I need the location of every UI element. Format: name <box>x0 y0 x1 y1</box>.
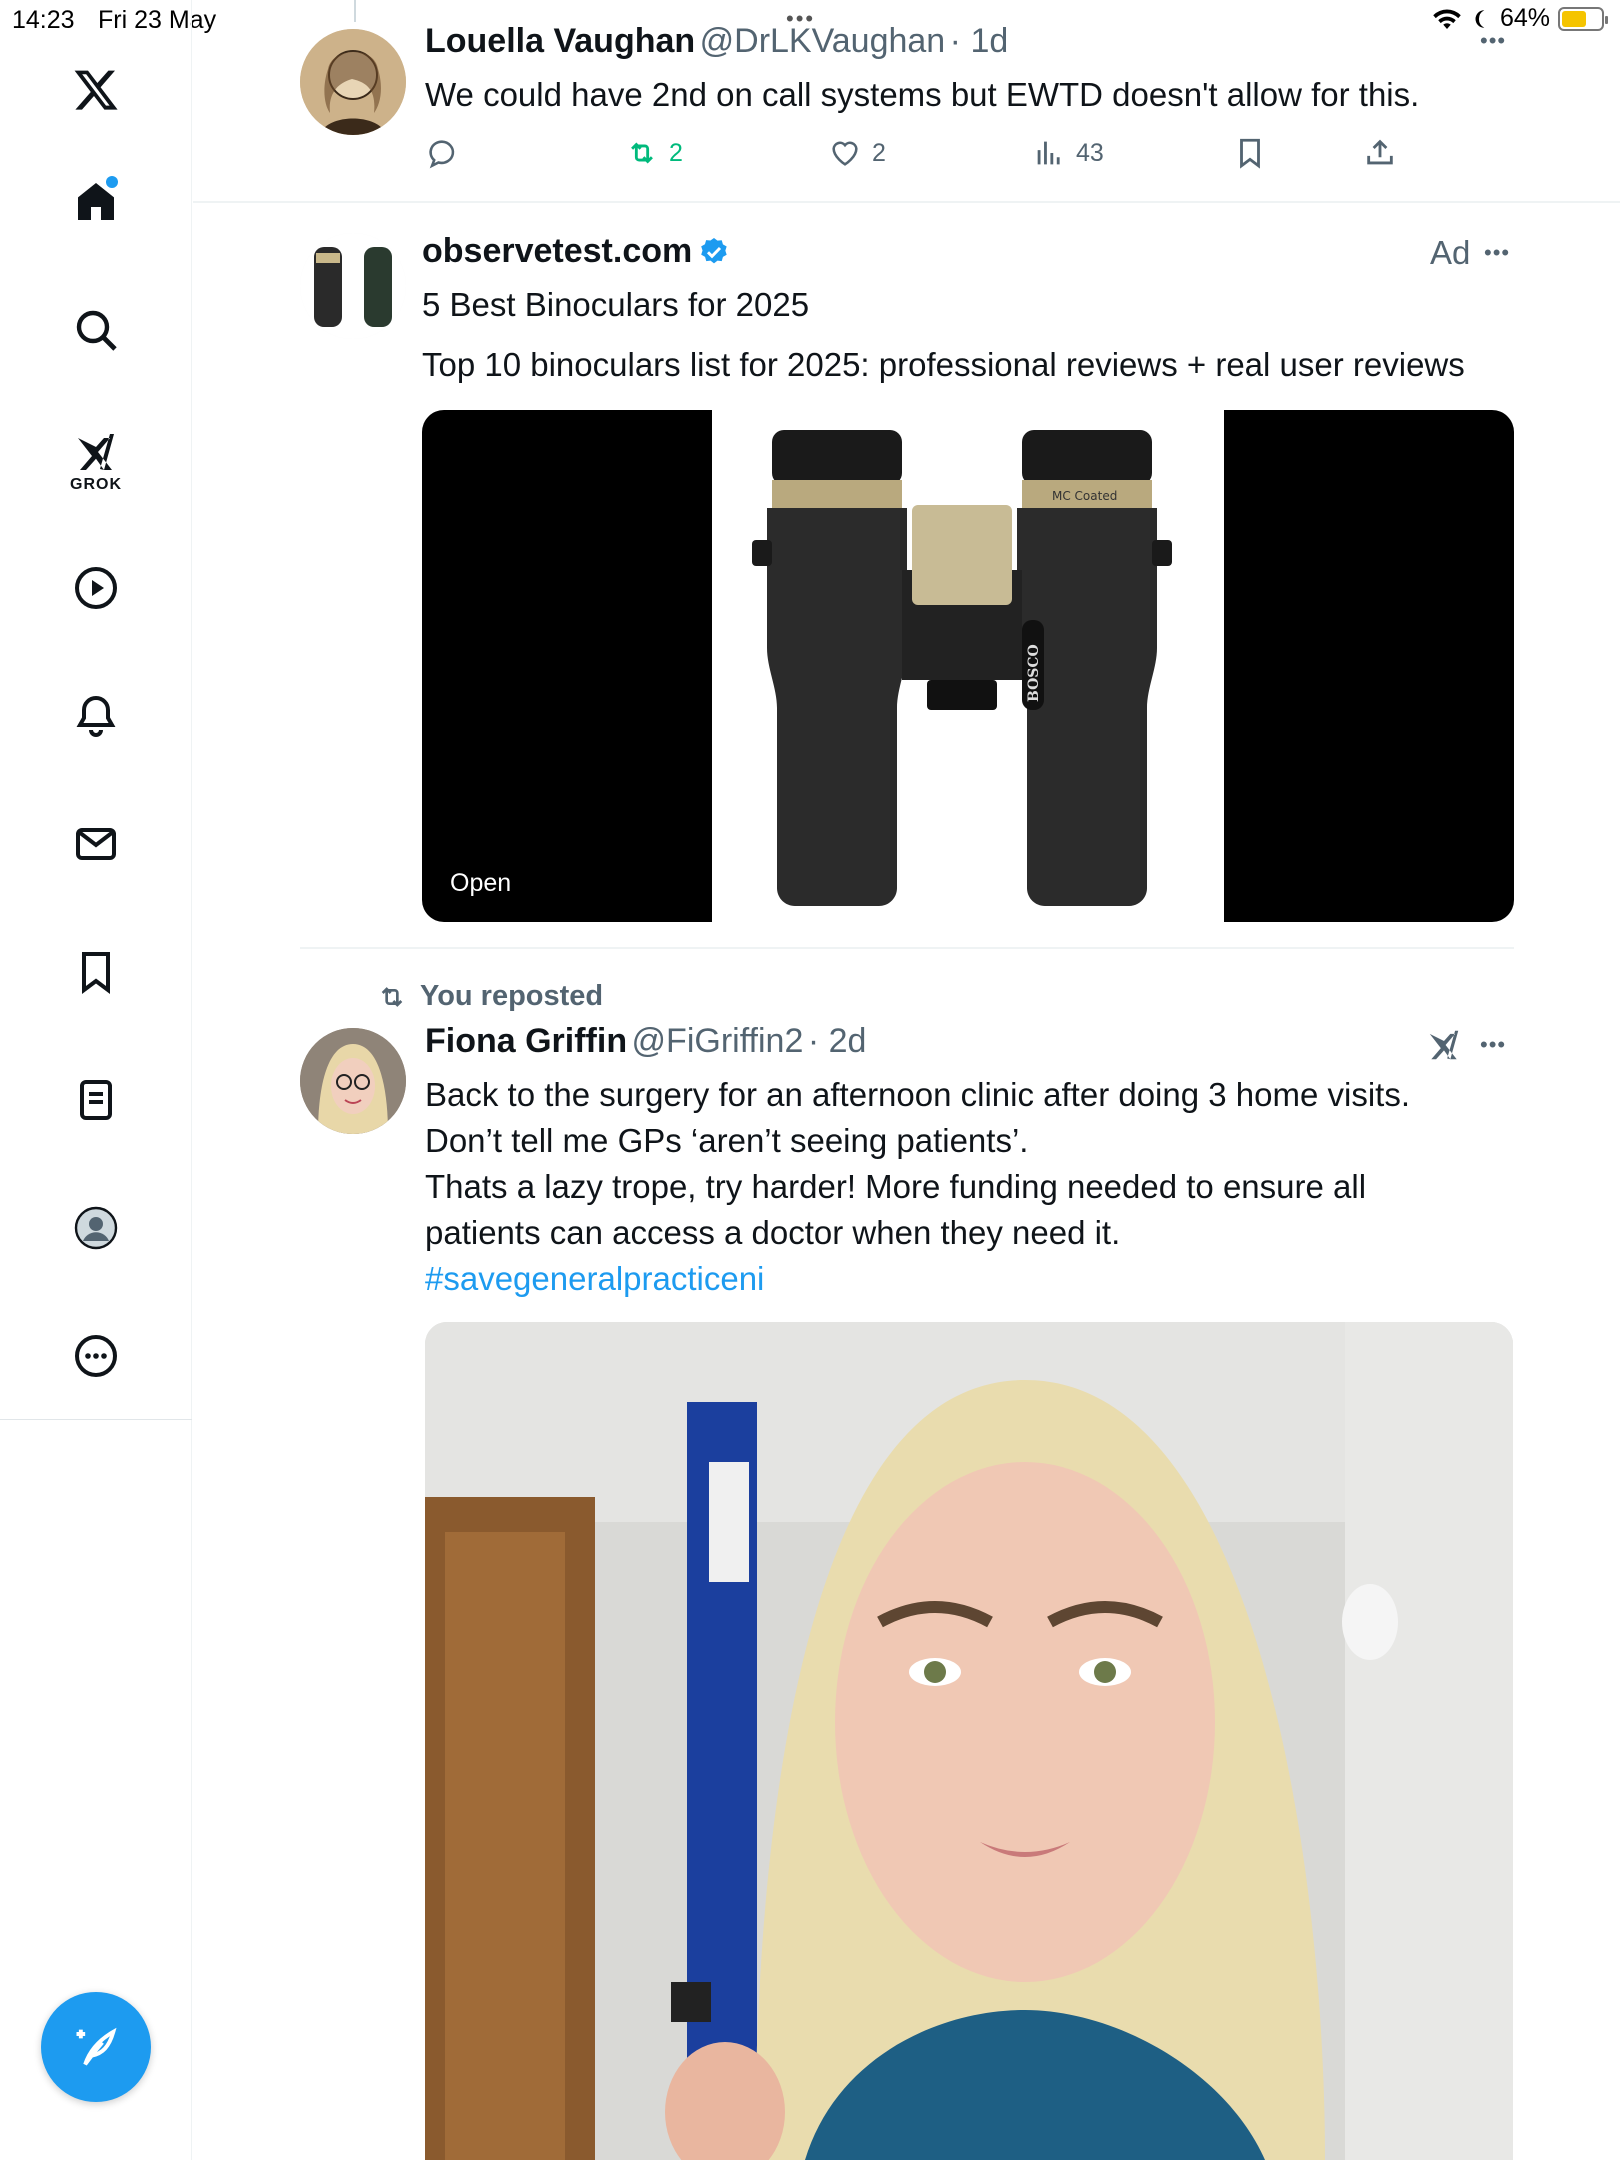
share-icon <box>1367 139 1393 165</box>
bookmark-button[interactable] <box>1233 136 1267 170</box>
like-button[interactable]: 2 <box>828 136 886 170</box>
reply-icon <box>429 140 455 169</box>
avatar[interactable] <box>300 1028 406 1134</box>
share-button[interactable] <box>1363 136 1397 170</box>
more-options-icon[interactable]: ••• <box>1480 28 1506 54</box>
grok-explain-icon[interactable] <box>1425 1026 1463 1069</box>
avatar[interactable] <box>300 29 406 135</box>
messages-envelope-icon[interactable] <box>68 816 124 872</box>
binoculars-image: MC Coated BOSCO <box>752 430 1172 906</box>
tweet-time[interactable]: · 2d <box>808 1022 867 1060</box>
tweet-text-line: Don’t tell me GPs ‘aren’t seeing patient… <box>425 1122 1029 1159</box>
grok-label: GROK <box>70 476 122 493</box>
repost-icon <box>631 142 653 164</box>
ad-more-options-icon[interactable]: ••• <box>1484 240 1510 266</box>
x-logo-icon[interactable] <box>68 62 124 118</box>
sidebar-nav: GROK <box>0 0 192 2160</box>
ad-media[interactable]: MC Coated BOSCO Open <box>422 410 1514 922</box>
ad-media-panel-right <box>1224 410 1514 922</box>
repost-count: 2 <box>669 138 683 167</box>
hashtag-link[interactable]: #savegeneralpracticeni <box>425 1256 1410 1302</box>
advertiser-name[interactable]: observetest.com <box>422 232 692 271</box>
reply-button[interactable] <box>425 136 459 170</box>
repost-button[interactable]: 2 <box>625 136 683 170</box>
battery-percent: 64% <box>1499 4 1550 32</box>
wifi-icon <box>1433 9 1461 29</box>
like-count: 2 <box>872 138 886 167</box>
ad-headline: 5 Best Binoculars for 2025 <box>422 286 810 323</box>
view-count: 43 <box>1076 138 1104 167</box>
status-right: 64% <box>1432 4 1608 33</box>
video-play-icon[interactable] <box>68 560 124 616</box>
ad-media-panel-left <box>422 410 712 922</box>
author-handle[interactable]: @FiGriffin2 <box>632 1022 804 1060</box>
author-handle[interactable]: @DrLKVaughan <box>700 22 946 60</box>
compose-button[interactable] <box>41 1992 151 2102</box>
tweet-text-line: patients can access a doctor when they n… <box>425 1214 1121 1251</box>
tweet-time[interactable]: · 1d <box>950 22 1009 60</box>
author-name[interactable]: Fiona Griffin <box>425 1022 627 1060</box>
repost-label: You reposted <box>420 980 604 1012</box>
moon-icon <box>1475 9 1485 28</box>
grok-icon[interactable] <box>68 424 124 480</box>
bookmark-icon <box>1240 138 1260 169</box>
binocular-brand-text: BOSCO <box>1026 644 1042 702</box>
avatar-illustration <box>300 29 406 135</box>
repost-icon <box>381 986 403 1007</box>
tweet-header: Fiona Griffin @FiGriffin2 · 2d <box>425 1022 866 1061</box>
tweet-divider <box>300 947 1514 949</box>
battery-icon <box>1558 6 1608 31</box>
binocular-badge-text: MC Coated <box>1052 489 1117 503</box>
verified-badge-icon <box>701 237 727 263</box>
views-chart-icon <box>1037 141 1060 165</box>
advertiser-avatar[interactable] <box>300 233 406 339</box>
home-notification-dot <box>106 176 118 188</box>
ad-header: observetest.com <box>422 232 730 271</box>
heart-icon <box>832 141 858 166</box>
tweet-text-line: Back to the surgery for an afternoon cli… <box>425 1076 1411 1113</box>
tweet-divider <box>193 201 1620 203</box>
tweet-header: Louella Vaughan @DrLKVaughan · 1d <box>425 22 1008 61</box>
compose-feather-icon <box>76 2027 117 2066</box>
battery-level <box>1562 10 1587 27</box>
ad-open-label[interactable]: Open <box>450 869 511 898</box>
selfie-photo <box>425 1322 1513 2160</box>
repost-indicator: You reposted <box>376 980 603 1013</box>
sidebar-divider <box>0 1419 192 1420</box>
ad-text: Top 10 binoculars list for 2025: profess… <box>422 346 1465 383</box>
more-circle-icon[interactable] <box>68 1328 124 1384</box>
search-icon[interactable] <box>68 302 124 358</box>
bookmarks-icon[interactable] <box>68 944 124 1000</box>
author-name[interactable]: Louella Vaughan <box>425 22 695 60</box>
more-options-icon[interactable]: ••• <box>1480 1032 1506 1058</box>
binoculars-thumbnail <box>300 233 406 339</box>
tweet-photo[interactable] <box>425 1322 1513 2160</box>
ad-label: Ad <box>1430 234 1471 271</box>
notifications-bell-icon[interactable] <box>68 688 124 744</box>
tweet-text-line: Thats a lazy trope, try harder! More fun… <box>425 1168 1367 1205</box>
thread-line <box>354 0 356 22</box>
lists-icon[interactable] <box>68 1072 124 1128</box>
tweet-text: We could have 2nd on call systems but EW… <box>425 76 1420 113</box>
views-button[interactable]: 43 <box>1032 136 1104 170</box>
tweet-text: Back to the surgery for an afternoon cli… <box>425 1072 1410 1302</box>
home-icon[interactable] <box>68 174 124 230</box>
profile-avatar-icon[interactable] <box>68 1200 124 1256</box>
avatar-photo <box>300 1028 406 1134</box>
